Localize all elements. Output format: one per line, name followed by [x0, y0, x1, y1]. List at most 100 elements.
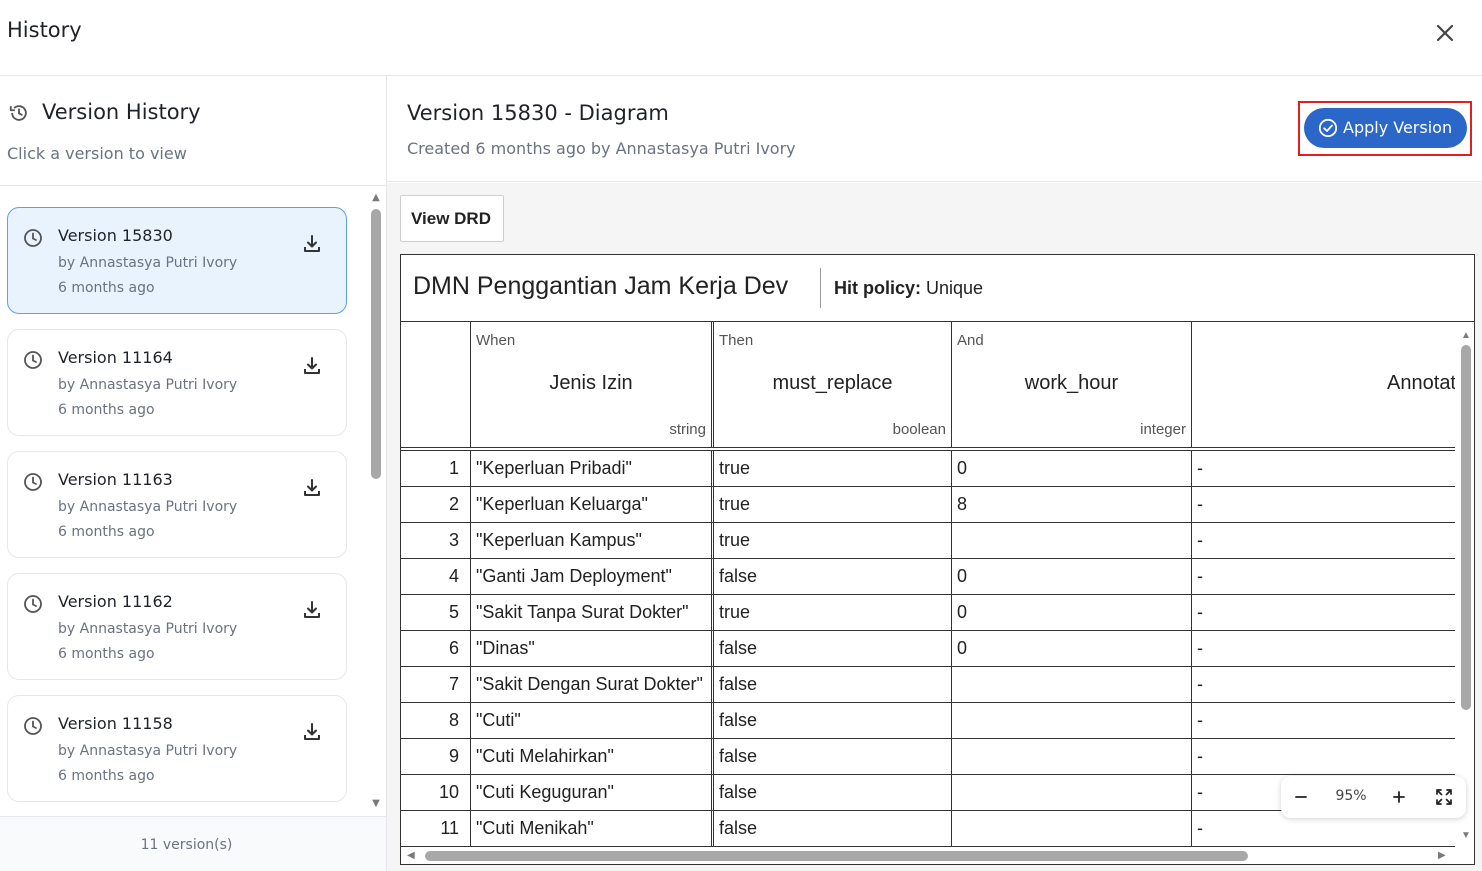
cell-must-replace[interactable]: false: [714, 559, 952, 594]
cell-work-hour[interactable]: [952, 739, 1192, 774]
cell-work-hour[interactable]: 0: [952, 631, 1192, 666]
cell-annotation[interactable]: -: [1192, 559, 1455, 594]
table-row: 9 "Cuti Melahirkan" false -: [401, 739, 1455, 775]
rule-index: 8: [401, 703, 471, 738]
cell-must-replace[interactable]: false: [714, 631, 952, 666]
hit-policy-value[interactable]: Unique: [926, 278, 983, 298]
cell-work-hour[interactable]: [952, 775, 1192, 810]
version-history-subtitle: Click a version to view: [7, 144, 187, 163]
scroll-down-arrow-icon[interactable]: ▼: [1461, 831, 1471, 841]
version-time: 6 months ago: [58, 524, 155, 540]
cell-jenis-izin[interactable]: "Cuti Keguguran": [471, 775, 714, 810]
cell-work-hour[interactable]: [952, 703, 1192, 738]
column-type: integer: [1140, 421, 1186, 438]
cell-jenis-izin[interactable]: "Dinas": [471, 631, 714, 666]
cell-work-hour[interactable]: [952, 667, 1192, 702]
cell-work-hour[interactable]: 0: [952, 559, 1192, 594]
zoom-out-icon[interactable]: [1290, 786, 1312, 808]
version-name: Version 11162: [58, 592, 173, 611]
scroll-left-arrow-icon[interactable]: ◀: [407, 851, 415, 861]
column-name: work_hour: [1024, 372, 1119, 394]
scrollbar-thumb[interactable]: [1461, 345, 1471, 710]
cell-annotation[interactable]: -: [1192, 739, 1455, 774]
index-header-cell: [401, 322, 471, 447]
version-author: by Annastasya Putri Ivory: [58, 621, 238, 637]
scroll-down-arrow-icon[interactable]: ▼: [371, 799, 381, 809]
input-header-jenis-izin[interactable]: When Jenis Izin string: [471, 322, 714, 447]
version-name: Version 11158: [58, 714, 173, 733]
cell-annotation[interactable]: -: [1192, 703, 1455, 738]
close-icon[interactable]: [1432, 20, 1458, 46]
cell-jenis-izin[interactable]: "Cuti": [471, 703, 714, 738]
cell-annotation[interactable]: -: [1192, 523, 1455, 558]
version-detail-header: Version 15830 - Diagram Created 6 months…: [387, 76, 1482, 182]
scroll-up-arrow-icon[interactable]: ▲: [1461, 331, 1471, 341]
cell-must-replace[interactable]: true: [714, 487, 952, 522]
zoom-in-icon[interactable]: [1388, 786, 1410, 808]
cell-must-replace[interactable]: true: [714, 523, 952, 558]
hit-policy: Hit policy: Unique: [834, 278, 983, 299]
version-list-scrollbar[interactable]: ▲ ▼: [368, 187, 384, 816]
version-time: 6 months ago: [58, 768, 155, 784]
version-author: by Annastasya Putri Ivory: [58, 743, 238, 759]
cell-work-hour[interactable]: 0: [952, 595, 1192, 630]
rule-index: 6: [401, 631, 471, 666]
cell-must-replace[interactable]: false: [714, 703, 952, 738]
cell-jenis-izin[interactable]: "Keperluan Kampus": [471, 523, 714, 558]
cell-must-replace[interactable]: false: [714, 667, 952, 702]
cell-must-replace[interactable]: true: [714, 451, 952, 486]
cell-jenis-izin[interactable]: "Sakit Tanpa Surat Dokter": [471, 595, 714, 630]
cell-annotation[interactable]: -: [1192, 631, 1455, 666]
version-author: by Annastasya Putri Ivory: [58, 255, 238, 271]
clock-icon: [24, 351, 42, 369]
cell-annotation[interactable]: -: [1192, 487, 1455, 522]
column-name: Annotat: [1387, 372, 1455, 394]
view-drd-button[interactable]: View DRD: [400, 195, 504, 242]
scroll-up-arrow-icon[interactable]: ▲: [371, 193, 381, 203]
cell-jenis-izin[interactable]: "Keperluan Pribadi": [471, 451, 714, 486]
cell-must-replace[interactable]: false: [714, 739, 952, 774]
fullscreen-icon[interactable]: [1433, 786, 1455, 808]
download-icon[interactable]: [301, 721, 323, 743]
version-card-11163[interactable]: Version 11163 by Annastasya Putri Ivory …: [7, 451, 347, 558]
version-card-11158[interactable]: Version 11158 by Annastasya Putri Ivory …: [7, 695, 347, 802]
cell-must-replace[interactable]: true: [714, 595, 952, 630]
divider: [820, 268, 821, 308]
cell-work-hour[interactable]: 8: [952, 487, 1192, 522]
version-card-11162[interactable]: Version 11162 by Annastasya Putri Ivory …: [7, 573, 347, 680]
cell-work-hour[interactable]: [952, 811, 1192, 846]
version-time: 6 months ago: [58, 280, 155, 296]
table-row: 5 "Sakit Tanpa Surat Dokter" true 0-: [401, 595, 1455, 631]
cell-work-hour[interactable]: [952, 523, 1192, 558]
rule-index: 1: [401, 451, 471, 486]
scroll-right-arrow-icon[interactable]: ▶: [1438, 851, 1446, 861]
cell-jenis-izin[interactable]: "Keperluan Keluarga": [471, 487, 714, 522]
cell-annotation[interactable]: -: [1192, 667, 1455, 702]
annotation-header[interactable]: Annotat: [1192, 322, 1455, 447]
scrollbar-thumb[interactable]: [371, 209, 381, 479]
version-detail-subtitle: Created 6 months ago by Annastasya Putri…: [407, 139, 796, 158]
cell-work-hour[interactable]: 0: [952, 451, 1192, 486]
cell-annotation[interactable]: -: [1192, 595, 1455, 630]
cell-jenis-izin[interactable]: "Cuti Melahirkan": [471, 739, 714, 774]
output-header-must-replace[interactable]: Then must_replace boolean: [714, 322, 952, 447]
cell-must-replace[interactable]: false: [714, 775, 952, 810]
download-icon[interactable]: [301, 477, 323, 499]
apply-version-button[interactable]: Apply Version: [1304, 108, 1467, 148]
version-card-15830[interactable]: Version 15830 by Annastasya Putri Ivory …: [7, 207, 347, 314]
version-card-11164[interactable]: Version 11164 by Annastasya Putri Ivory …: [7, 329, 347, 436]
cell-jenis-izin[interactable]: "Sakit Dengan Surat Dokter": [471, 667, 714, 702]
scrollbar-thumb[interactable]: [425, 851, 1248, 861]
cell-jenis-izin[interactable]: "Cuti Menikah": [471, 811, 714, 846]
download-icon[interactable]: [301, 233, 323, 255]
table-horizontal-scrollbar[interactable]: ◀ ▶: [401, 848, 1458, 864]
table-vertical-scrollbar[interactable]: ▲ ▼: [1458, 331, 1474, 841]
download-icon[interactable]: [301, 355, 323, 377]
clock-icon: [24, 595, 42, 613]
download-icon[interactable]: [301, 599, 323, 621]
cell-must-replace[interactable]: false: [714, 811, 952, 846]
output-header-work-hour[interactable]: And work_hour integer: [952, 322, 1192, 447]
column-type: boolean: [892, 421, 946, 438]
cell-jenis-izin[interactable]: "Ganti Jam Deployment": [471, 559, 714, 594]
cell-annotation[interactable]: -: [1192, 451, 1455, 486]
